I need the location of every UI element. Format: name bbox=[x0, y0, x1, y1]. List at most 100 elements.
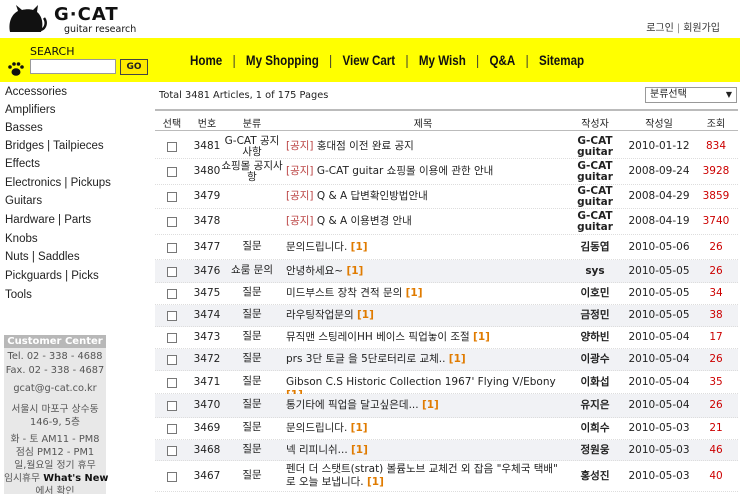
row-checkbox[interactable] bbox=[167, 217, 177, 227]
category-amplifiers[interactable]: Amplifiers bbox=[5, 104, 55, 116]
category-select[interactable]: 분류선택 ▼ bbox=[645, 87, 737, 103]
nav-my-wish[interactable]: My Wish bbox=[419, 53, 466, 68]
comment-count: [1] bbox=[405, 287, 423, 299]
table-row[interactable]: 3477 질문 문의드립니다. [1] 김동엽 2010-05-06 26 bbox=[155, 235, 738, 260]
row-views: 38 bbox=[709, 309, 723, 321]
row-checkbox[interactable] bbox=[167, 424, 177, 434]
signup-link[interactable]: 회원가입 bbox=[683, 23, 720, 34]
row-checkbox[interactable] bbox=[167, 142, 177, 152]
row-checkbox[interactable] bbox=[167, 167, 177, 177]
row-checkbox[interactable] bbox=[167, 446, 177, 456]
nav-sitemap[interactable]: Sitemap bbox=[539, 53, 584, 68]
category-effects[interactable]: Effects bbox=[5, 158, 40, 170]
logo-text: G·CAT bbox=[54, 4, 119, 25]
table-row[interactable]: 3481 G-CAT 공지사항 [공지] 홍대점 이전 완료 공지 G-CAT gu… bbox=[155, 135, 738, 159]
nav-divider: | bbox=[405, 53, 409, 68]
row-title-text: 미드부스트 장착 견적 문의 bbox=[286, 287, 403, 299]
category-pickguards-picks[interactable]: Pickguards | Picks bbox=[5, 270, 99, 282]
row-category: 질문 bbox=[242, 469, 262, 481]
table-row[interactable]: 3476 쇼룸 문의 안녕하세요~ [1] sys 2010-05-05 26 bbox=[155, 260, 738, 283]
row-checkbox[interactable] bbox=[167, 333, 177, 343]
search-input[interactable] bbox=[30, 59, 116, 74]
category-bridges-tailpieces[interactable]: Bridges | Tailpieces bbox=[5, 140, 104, 152]
row-date: 2008-04-29 bbox=[628, 190, 690, 202]
top-links: 로그인 | 회원가입 bbox=[646, 19, 720, 34]
nav-divider: | bbox=[476, 53, 480, 68]
row-author: G-CAT guitar bbox=[577, 160, 613, 183]
row-title-link[interactable]: 라우팅작업문의 [1] bbox=[286, 309, 569, 322]
row-title-link[interactable]: 펜더 더 스탯트(strat) 볼륨노브 교체건 외 잡음 "우체국 택배" 로… bbox=[286, 463, 569, 489]
cat-logo-icon bbox=[9, 5, 47, 32]
row-checkbox[interactable] bbox=[167, 311, 177, 321]
category-electronics-pickups[interactable]: Electronics | Pickups bbox=[5, 177, 111, 189]
row-checkbox[interactable] bbox=[167, 267, 177, 277]
row-title-link[interactable]: [공지] 홍대점 이전 완료 공지 bbox=[286, 140, 569, 153]
login-link[interactable]: 로그인 bbox=[646, 23, 674, 34]
row-number: 3479 bbox=[193, 190, 221, 202]
row-title-text: prs 3단 토글 을 5단로터리로 교체.. bbox=[286, 353, 446, 365]
category-guitars[interactable]: Guitars bbox=[5, 195, 42, 207]
category-nuts-saddles[interactable]: Nuts | Saddles bbox=[5, 251, 80, 263]
row-checkbox[interactable] bbox=[167, 401, 177, 411]
table-row[interactable]: 3470 질문 통기타에 픽업을 달고싶은데... [1] 유지은 2010-05-0… bbox=[155, 394, 738, 418]
row-author: G-CAT guitar bbox=[577, 185, 613, 208]
row-checkbox[interactable] bbox=[167, 192, 177, 202]
row-title-link[interactable]: 안녕하세요~ [1] bbox=[286, 265, 569, 278]
row-title-link[interactable]: 미드부스트 장착 견적 문의 [1] bbox=[286, 287, 569, 300]
nav-view-cart[interactable]: View Cart bbox=[342, 53, 395, 68]
table-row[interactable]: 3469 질문 문의드립니다. [1] 이희수 2010-05-03 21 bbox=[155, 418, 738, 440]
table-row[interactable]: 3472 질문 prs 3단 토글 을 5단로터리로 교체.. [1] 이광수 201… bbox=[155, 349, 738, 371]
logo[interactable]: G·CAT guitar research bbox=[4, 2, 144, 36]
row-title-link[interactable]: [공지] Q & A 답변확인방법안내 bbox=[286, 190, 569, 203]
nav-home[interactable]: Home bbox=[190, 53, 222, 68]
nav-bar: SEARCH GO Home | My Shopping | View Cart | … bbox=[0, 38, 740, 82]
table-row[interactable]: 3478 [공지] Q & A 이용변경 안내 G-CAT guitar 2008-… bbox=[155, 209, 738, 235]
row-category: 질문 bbox=[242, 352, 262, 364]
paw-icon bbox=[8, 62, 24, 76]
nav-my-shopping[interactable]: My Shopping bbox=[246, 53, 319, 68]
row-title-text: 홍대점 이전 완료 공지 bbox=[316, 140, 414, 152]
row-title-link[interactable]: [공지] Q & A 이용변경 안내 bbox=[286, 215, 569, 228]
row-title-link[interactable]: [공지] G-CAT guitar 쇼핑몰 이용에 관한 안내 bbox=[286, 165, 569, 178]
row-views: 35 bbox=[709, 376, 723, 388]
row-date: 2010-05-04 bbox=[628, 331, 690, 343]
row-category: G-CAT 공지사항 bbox=[224, 135, 280, 158]
table-row[interactable]: 3468 질문 넥 리피니쉬... [1] 정원웅 2010-05-03 46 bbox=[155, 440, 738, 461]
category-tools[interactable]: Tools bbox=[5, 289, 32, 301]
category-hardware-parts[interactable]: Hardware | Parts bbox=[5, 214, 91, 226]
table-row[interactable]: 3479 [공지] Q & A 답변확인방법안내 G-CAT guitar 2008… bbox=[155, 185, 738, 209]
row-checkbox[interactable] bbox=[167, 378, 177, 388]
row-title-link[interactable]: 문의드립니다. [1] bbox=[286, 241, 569, 254]
row-views: 3859 bbox=[702, 190, 730, 202]
table-row[interactable]: 3475 질문 미드부스트 장착 견적 문의 [1] 이호민 2010-05-05 34 bbox=[155, 283, 738, 305]
category-knobs[interactable]: Knobs bbox=[5, 233, 38, 245]
row-views: 26 bbox=[709, 241, 723, 253]
row-category: 질문 bbox=[242, 240, 262, 252]
row-checkbox[interactable] bbox=[167, 355, 177, 365]
row-title-link[interactable]: prs 3단 토글 을 5단로터리로 교체.. [1] bbox=[286, 353, 569, 366]
nav-divider: | bbox=[329, 53, 333, 68]
customer-email[interactable]: gcat@g-cat.co.kr bbox=[4, 383, 106, 394]
search-go-button[interactable]: GO bbox=[120, 59, 148, 75]
row-title-link[interactable]: 넥 리피니쉬... [1] bbox=[286, 444, 569, 457]
table-row[interactable]: 3467 질문 펜더 더 스탯트(strat) 볼륨노브 교체건 외 잡음 "우체… bbox=[155, 461, 738, 492]
table-row[interactable]: 3480 쇼핑몰 공지사항 [공지] G-CAT guitar 쇼핑몰 이용에 관한… bbox=[155, 159, 738, 185]
row-title-link[interactable]: 뮤직맨 스팅레이HH 베이스 픽업놓이 조절 [1] bbox=[286, 331, 569, 344]
table-row[interactable]: 3471 질문 Gibson C.S Historic Collection 19… bbox=[155, 371, 738, 401]
table-row[interactable]: 3474 질문 라우팅작업문의 [1] 금정민 2010-05-05 38 bbox=[155, 305, 738, 327]
row-checkbox[interactable] bbox=[167, 289, 177, 299]
category-accessories[interactable]: Accessories bbox=[5, 86, 67, 98]
row-checkbox[interactable] bbox=[167, 243, 177, 253]
row-title-text: Gibson C.S Historic Collection 1967' Fly… bbox=[286, 376, 556, 388]
row-title-link[interactable]: 문의드립니다. [1] bbox=[286, 422, 569, 435]
row-checkbox[interactable] bbox=[167, 472, 177, 482]
category-basses[interactable]: Basses bbox=[5, 122, 43, 134]
row-title-text: Q & A 답변확인방법안내 bbox=[316, 190, 428, 202]
row-author: 이호민 bbox=[580, 287, 610, 299]
comment-count: [1] bbox=[351, 444, 368, 456]
row-title-link[interactable]: 통기타에 픽업을 달고싶은데... [1] bbox=[286, 399, 569, 412]
table-row[interactable]: 3473 질문 뮤직맨 스팅레이HH 베이스 픽업놓이 조절 [1] 양하빈 2010… bbox=[155, 327, 738, 349]
nav-qa[interactable]: Q&A bbox=[489, 53, 515, 68]
row-category: 질문 bbox=[242, 421, 262, 433]
row-category: 질문 bbox=[242, 330, 262, 342]
